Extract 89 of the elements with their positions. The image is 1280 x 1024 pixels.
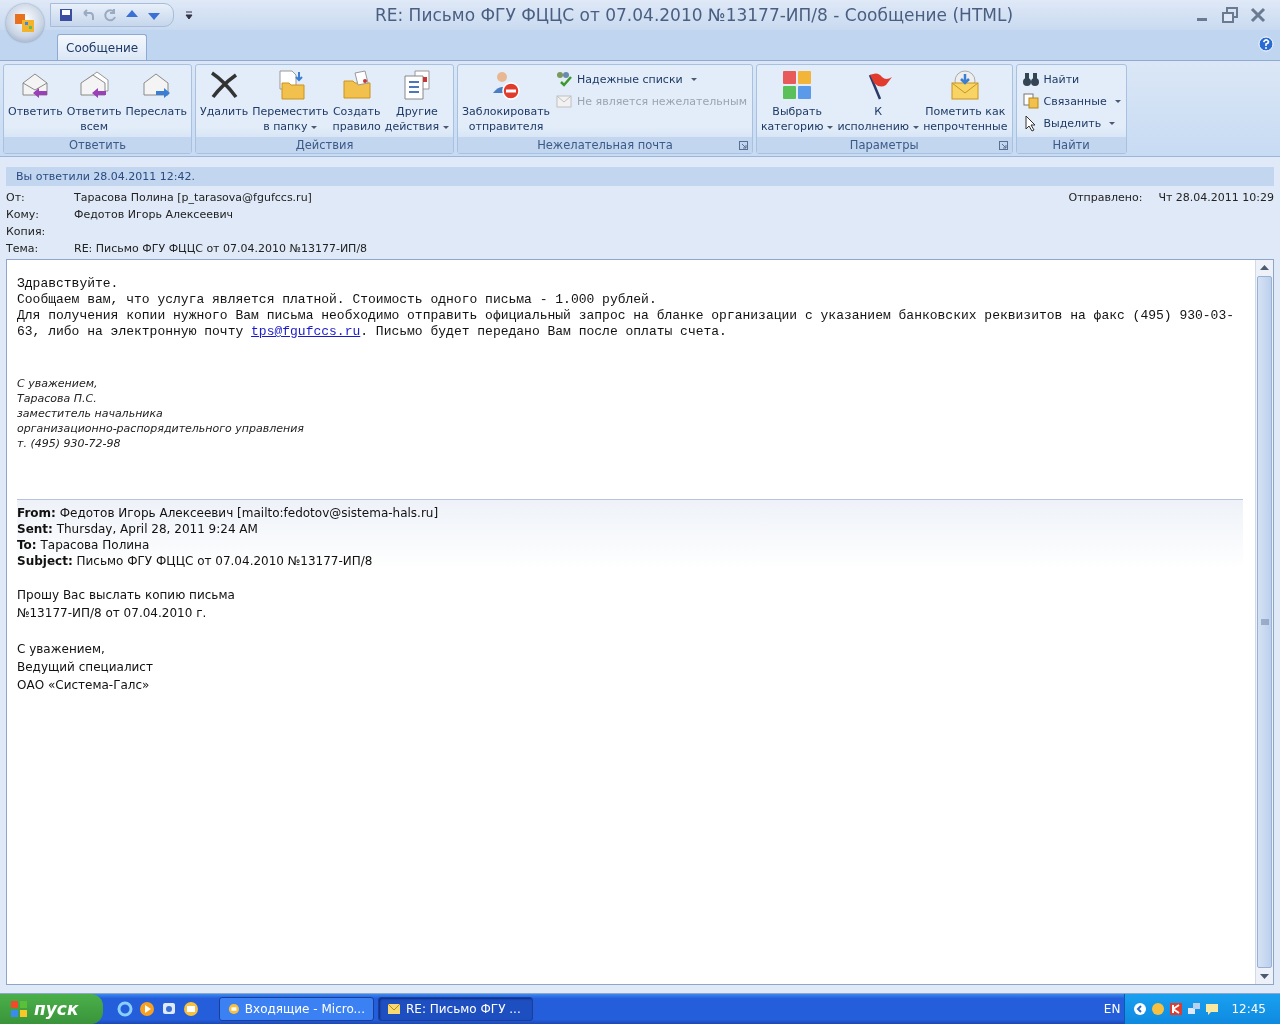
envelope-icon (387, 1003, 401, 1015)
window-title: RE: Письмо ФГУ ФЦЦС от 07.04.2010 №13177-ИП/8 - Сообщение (HTML) (373, 5, 1015, 25)
network-icon[interactable] (1187, 1002, 1202, 1016)
field-label: Кому: (6, 208, 40, 221)
browser-icon[interactable] (117, 1001, 133, 1017)
message-paragraph: Для получения копии нужного Вам письма необходимо отправить официальный запрос на бланке организации с указанием банковских реквизитов на факс (495) 930-03-63, либо на электронную почту tps@fgufccs.ru. Письмо будет передано Вам после оплаты счета. (17, 308, 1235, 340)
windows-logo-icon (10, 1000, 28, 1018)
quoted-header-line: Subject: Письмо ФГУ ФЦЦС от 07.04.2010 №13177-ИП/8 (17, 553, 374, 569)
signature-line: т. (495) 930-72-98 (17, 436, 122, 451)
field-value: Тарасова Полина [p_tarasova@fgufccs.ru] (74, 191, 312, 204)
taskbar-button[interactable]: RE: Письмо ФГУ ... (378, 997, 533, 1021)
field-label: От: (6, 191, 25, 204)
message-line: Сообщаем вам, что услуга является платной. Стоимость одного письма - 1.000 рублей. (17, 292, 658, 308)
field-value: RE: Письмо ФГУ ФЦЦС от 07.04.2010 №13177-ИП/8 (74, 242, 368, 255)
chevron-icon[interactable] (1133, 1002, 1148, 1016)
email-link[interactable]: tps@fgufccs.ru (251, 324, 361, 339)
category-grid-icon (781, 69, 814, 101)
folder-rule-icon (340, 69, 373, 101)
ribbon-button[interactable]: Переместить в папку (251, 67, 330, 137)
ribbon-button[interactable]: Создать правило (331, 67, 382, 137)
group-label: Параметры (849, 138, 919, 152)
help-icon[interactable] (1258, 36, 1274, 52)
field-value: Чт 28.04.2011 10:29 (1158, 191, 1274, 204)
ribbon-button[interactable]: Другие действия (383, 67, 451, 137)
field-value: Федотов Игорь Алексеевич (74, 208, 234, 221)
grip-icon (1260, 619, 1269, 625)
signature-line: организационно-распорядительного управления (17, 421, 305, 436)
media-player-icon[interactable] (139, 1001, 155, 1017)
envelope-unread-icon (949, 69, 982, 101)
field-label: Тема: (6, 242, 39, 255)
undo-icon[interactable] (81, 8, 95, 22)
envelope-icon (555, 92, 574, 110)
signature-line: С уважением, (17, 376, 99, 391)
ribbon-button[interactable]: Найти (1019, 70, 1123, 88)
ribbon-button[interactable]: Ответить (7, 67, 64, 137)
group-label: Нежелательная почта (537, 138, 673, 152)
group-label: Найти (1052, 138, 1090, 152)
mail-app-icon (228, 1002, 240, 1016)
quoted-line: ОАО «Система-Галс» (17, 677, 151, 694)
ribbon-button[interactable]: Ответить всем (65, 67, 123, 137)
quoted-line: Ведущий специалист (17, 659, 154, 676)
speech-bubble-icon[interactable] (1205, 1002, 1220, 1016)
close-icon[interactable] (1250, 7, 1266, 23)
scroll-thumb[interactable] (1257, 276, 1272, 968)
group-label: Ответить (68, 138, 127, 152)
quoted-header-line: To: Тарасова Полина (17, 537, 151, 553)
taskbar-button[interactable]: Входящие - Micro... (219, 997, 374, 1021)
ribbon-tab[interactable]: Сообщение (57, 34, 148, 60)
signature-line: Тарасова П.С. (17, 391, 98, 406)
quoted-line: Прошу Вас выслать копию письма (17, 587, 236, 604)
ribbon-button[interactable]: Надежные списки (553, 70, 749, 88)
ribbon-button[interactable]: Пометить как непрочтенные (922, 67, 1009, 137)
desktop-icon[interactable] (161, 1001, 177, 1017)
mail-app-icon[interactable] (183, 1001, 199, 1017)
scrollbar[interactable] (1255, 260, 1273, 984)
ribbon-button[interactable]: Переслать (124, 67, 189, 137)
related-documents-icon (1021, 92, 1040, 110)
antivirus-icon[interactable] (1169, 1002, 1184, 1016)
envelopes-reply-all-icon (78, 69, 111, 101)
block-sender-icon (490, 69, 523, 101)
office-logo-icon (14, 12, 36, 34)
customize-menu-icon[interactable] (184, 9, 194, 21)
quoted-header-line: Sent: Thursday, April 28, 2011 9:24 AM (17, 521, 259, 537)
redo-icon[interactable] (103, 8, 117, 22)
clock: 12:45 (1231, 1002, 1266, 1016)
restore-icon[interactable] (1222, 7, 1238, 23)
reply-notice: Вы ответили 28.04.2011 12:42. (6, 167, 1274, 186)
ribbon-button[interactable]: Выбрать категорию (759, 67, 835, 137)
binoculars-icon (1021, 70, 1040, 88)
ribbon-button[interactable]: Связанные (1019, 92, 1123, 110)
field-label: Отправлено: (1068, 191, 1143, 204)
save-icon[interactable] (59, 8, 73, 22)
dialog-launcher-icon[interactable] (998, 141, 1008, 150)
ribbon-button[interactable]: Удалить (199, 67, 250, 137)
signature-line: заместитель начальника (17, 406, 164, 421)
language-indicator[interactable]: EN (1103, 1002, 1121, 1016)
people-check-icon (555, 70, 574, 88)
quoted-header-line: From: Федотов Игорь Алексеевич [mailto:fedotov@sistema-hals.ru] (17, 505, 440, 521)
quoted-line: №13177-ИП/8 от 07.04.2010 г. (17, 605, 208, 622)
ribbon-button[interactable]: К исполнению (836, 67, 921, 137)
quoted-line: С уважением, (17, 641, 106, 658)
dialog-launcher-icon[interactable] (738, 141, 748, 150)
office-button[interactable] (6, 4, 44, 42)
ribbon-button[interactable]: Выделить (1019, 114, 1123, 132)
group-label: Действия (295, 138, 354, 152)
field-label: Копия: (6, 225, 46, 238)
ribbon-button[interactable]: Заблокировать отправителя (461, 67, 552, 137)
message-line: Здравствуйте. (17, 276, 120, 292)
mail-tray-icon[interactable] (1151, 1002, 1166, 1016)
